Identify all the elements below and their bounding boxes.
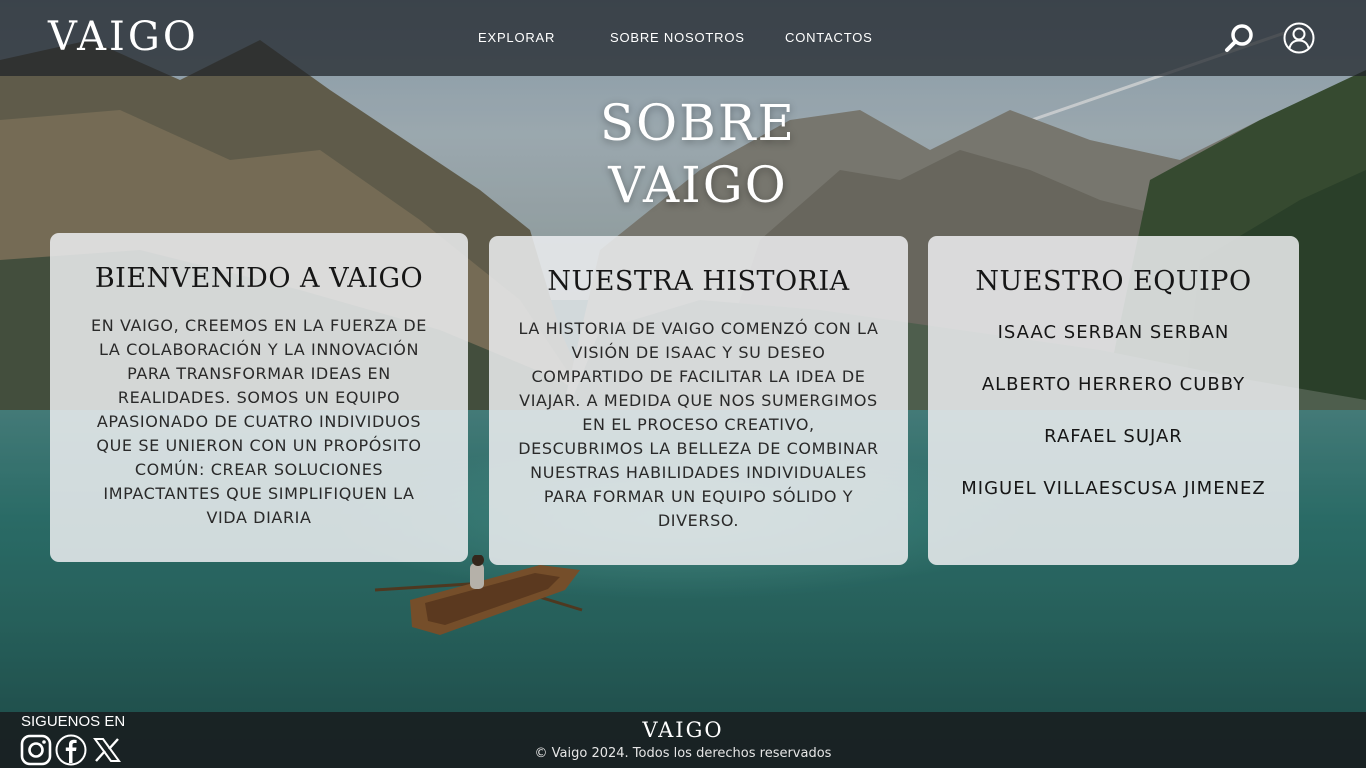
top-navigation-bar: VAIGO EXPLORAR SOBRE NOSOTROS CONTACTOS <box>0 0 1366 76</box>
footer-logo: VAIGO <box>642 718 724 742</box>
nav-link-contactos[interactable]: CONTACTOS <box>785 30 873 45</box>
account-button[interactable] <box>1283 22 1315 54</box>
welcome-card: BIENVENIDO A VAIGO EN VAIGO, CREEMOS EN … <box>50 233 468 562</box>
copyright-text: © Vaigo 2024. Todos los derechos reserva… <box>534 746 832 761</box>
page-title-line-1: SOBRE <box>599 94 797 152</box>
nav-link-sobre-nosotros[interactable]: SOBRE NOSOTROS <box>610 30 745 45</box>
page-footer: SIGUENOS EN VAIGO © Vaigo 2024. Todos lo… <box>0 712 1366 768</box>
team-member: RAFAEL SUJAR <box>1044 426 1183 447</box>
history-card: NUESTRA HISTORIA LA HISTORIA DE VAIGO CO… <box>489 236 908 565</box>
welcome-card-text: EN VAIGO, CREEMOS EN LA FUERZA DE LA COL… <box>91 316 427 527</box>
team-member: ALBERTO HERRERO CUBBY <box>981 374 1246 395</box>
user-icon <box>1283 22 1315 54</box>
history-card-text: LA HISTORIA DE VAIGO COMENZÓ CON LA VISI… <box>518 319 879 530</box>
page-title: SOBRE VAIGO <box>548 92 848 216</box>
nav-link-explorar[interactable]: EXPLORAR <box>478 30 555 45</box>
team-card: NUESTRO EQUIPO ISAAC SERBAN SERBAN ALBER… <box>928 236 1299 565</box>
team-member-list: ISAAC SERBAN SERBAN ALBERTO HERRERO CUBB… <box>928 322 1299 530</box>
search-icon <box>1225 24 1253 52</box>
team-member: ISAAC SERBAN SERBAN <box>997 322 1230 343</box>
history-card-title: NUESTRA HISTORIA <box>547 266 850 297</box>
site-logo[interactable]: VAIGO <box>48 14 199 60</box>
welcome-card-title: BIENVENIDO A VAIGO <box>94 263 424 294</box>
team-member: MIGUEL VILLAESCUSA JIMENEZ <box>961 478 1266 499</box>
search-button[interactable] <box>1223 22 1255 54</box>
page-title-line-2: VAIGO <box>608 156 788 214</box>
team-card-title: NUESTRO EQUIPO <box>975 266 1252 297</box>
